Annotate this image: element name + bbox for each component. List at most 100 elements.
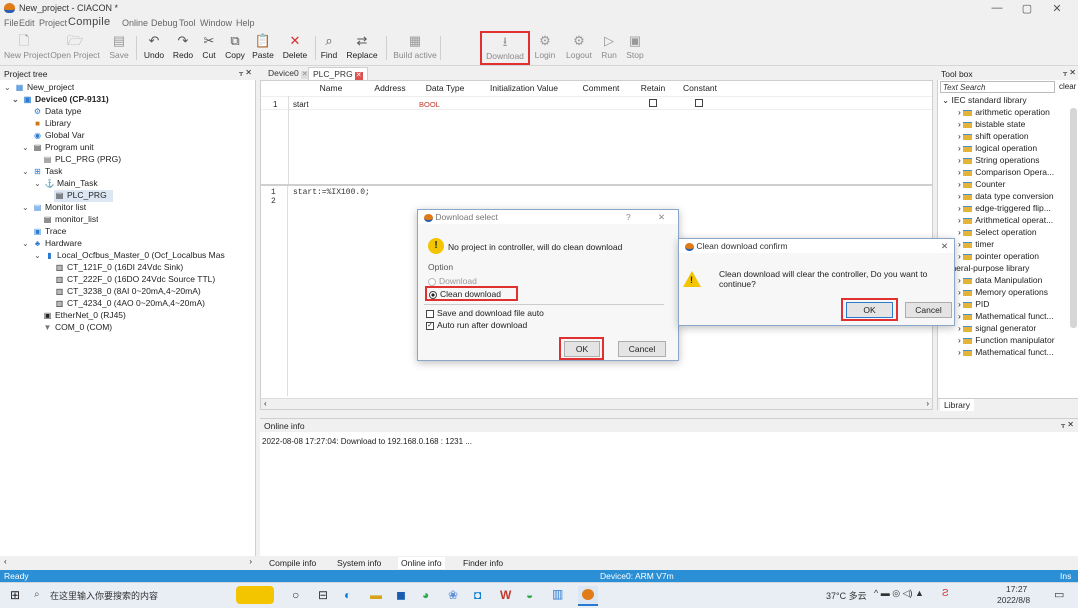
library-item[interactable]: › data type conversion [958, 191, 1078, 203]
weather-text[interactable]: 37°C 多云 [826, 589, 867, 602]
run-button[interactable]: ▷ Run [598, 32, 620, 64]
toolbox-search-input[interactable]: Text Search [940, 81, 1055, 93]
login-button[interactable]: ⚙ Login [532, 32, 558, 64]
menu-edit[interactable]: Edit [19, 18, 35, 28]
tab-finder-info[interactable]: Finder info [460, 557, 506, 569]
toolbox-scrollbar[interactable] [1070, 108, 1077, 328]
cut-button[interactable]: ✂ Cut [198, 32, 220, 64]
menu-compile[interactable]: Compile [68, 16, 110, 28]
multitask-icon[interactable]: ⊟ [318, 588, 328, 602]
build-active-button[interactable]: ▦ Build active [392, 32, 438, 64]
search-icon[interactable]: ⌕ [34, 589, 40, 600]
library-item[interactable]: › Comparison Opera... [958, 167, 1078, 179]
tree-item-global-var[interactable]: ◉ Global Var [32, 130, 85, 142]
tree-item-library[interactable]: ■ Library [32, 118, 71, 130]
library-item[interactable]: › arithmetic operation [958, 107, 1078, 119]
system-tray-icons[interactable]: ^ ▬ ◎ ◁) ▲ [874, 588, 924, 599]
library-item[interactable]: › Counter [958, 179, 1078, 191]
cell-data-type[interactable]: BOOL [419, 100, 440, 109]
tree-item-program-unit[interactable]: ⌄ ▤ Program unit [22, 142, 94, 154]
wps-icon[interactable]: W [500, 588, 511, 602]
notification-icon[interactable]: ▭ [1054, 588, 1064, 601]
tab-compile-info[interactable]: Compile info [266, 557, 319, 569]
windows-start-icon[interactable]: ⊞ [10, 588, 20, 602]
save-button[interactable]: ▤ Save [104, 32, 134, 64]
tree-item-task[interactable]: ⌄ ⊞ Task [22, 166, 62, 178]
cancel-button[interactable]: Cancel [618, 341, 666, 357]
editor-horizontal-scrollbar[interactable]: ‹ › [261, 398, 932, 409]
library-item[interactable]: › shift operation [958, 131, 1078, 143]
tab-library[interactable]: Library [940, 399, 974, 411]
library-item[interactable]: › logical operation [958, 143, 1078, 155]
pane-close-icon[interactable]: ᚁ ✕ [239, 68, 252, 77]
find-button[interactable]: ⌕ Find [318, 32, 340, 64]
library-item[interactable]: › timer [958, 239, 1078, 251]
tree-item-task-plc-prg[interactable]: ▤ PLC_PRG [54, 190, 113, 202]
library-item[interactable]: › Arithmetical operat... [958, 215, 1078, 227]
logout-button[interactable]: ⚙ Logout [562, 32, 596, 64]
library-item[interactable]: › String operations [958, 155, 1078, 167]
tab-device0[interactable]: Device0 ✕ [264, 67, 313, 80]
library-item[interactable]: › PID [958, 299, 1078, 311]
library-item[interactable]: › edge-triggered flip... [958, 203, 1078, 215]
library-item[interactable]: › data Manipulation [958, 275, 1078, 287]
clock-date[interactable]: 2022/8/8 [997, 595, 1030, 605]
scroll-left-icon[interactable]: ‹ [264, 399, 267, 408]
tree-item-project[interactable]: ⌄ ▦ New_project [4, 82, 74, 94]
scroll-right-icon[interactable]: › [926, 399, 929, 408]
tree-item-monitor-list[interactable]: ⌄ ▤ Monitor list [22, 202, 86, 214]
tree-item-plc-prg[interactable]: ▤ PLC_PRG (PRG) [42, 154, 121, 166]
tree-item-ct222f[interactable]: ▥ CT_222F_0 (16DO 24Vdc Source TTL) [54, 274, 215, 286]
file-explorer-icon[interactable]: ▬ [370, 588, 382, 602]
menu-debug[interactable]: Debug [151, 18, 178, 28]
code-line[interactable]: start:=%IX100.0; [293, 188, 370, 197]
edge-browser-icon[interactable]: ◐ [344, 588, 351, 602]
pane-close-icon[interactable]: ᚁ ✕ [1061, 420, 1074, 429]
library-item[interactable]: › Function manipulator [958, 335, 1078, 347]
library-root-general[interactable]: general-purpose library [942, 263, 1072, 275]
clock-time[interactable]: 17:27 [1006, 584, 1027, 594]
library-item[interactable]: › signal generator [958, 323, 1078, 335]
library-item[interactable]: › Memory operations [958, 287, 1078, 299]
tree-item-ct4234[interactable]: ▥ CT_4234_0 (4AO 0~20mA,4~20mA) [54, 298, 205, 310]
tree-item-trace[interactable]: ▣ Trace [32, 226, 67, 238]
wechat-icon[interactable]: ◒ [526, 588, 533, 602]
download-radio[interactable]: Download [428, 276, 477, 286]
app-icon[interactable]: ❀ [448, 588, 458, 602]
ciacon-taskbar-icon[interactable] [578, 586, 598, 606]
scroll-right-icon[interactable]: › [249, 557, 252, 566]
tab-plc-prg[interactable]: PLC_PRG ✕ [308, 67, 368, 80]
app-icon[interactable]: ◘ [474, 588, 481, 602]
tab-online-info[interactable]: Online info [398, 557, 445, 569]
library-root-iec[interactable]: ⌄ IEC standard library [942, 95, 1072, 107]
library-item[interactable]: › Mathematical funct... [958, 347, 1078, 359]
menu-tool[interactable]: Tool [179, 18, 196, 28]
tree-item-device[interactable]: ⌄ ▣ Device0 (CP-9131) [12, 94, 109, 106]
menu-project[interactable]: Project [39, 18, 67, 28]
tree-item-ct121f[interactable]: ▥ CT_121F_0 (16DI 24Vdc Sink) [54, 262, 184, 274]
tree-item-ethernet[interactable]: ▣ EtherNet_0 (RJ45) [42, 310, 126, 322]
taskbar-search-input[interactable]: 在这里输入你要搜索的内容 [50, 589, 158, 602]
tree-item-monitor-list-entry[interactable]: ▤ monitor_list [42, 214, 99, 226]
chrome-icon[interactable]: ◕ [422, 588, 429, 602]
app-icon[interactable]: ▥ [552, 587, 563, 601]
confirm-cancel-button[interactable]: Cancel [905, 302, 952, 318]
scroll-left-icon[interactable]: ‹ [4, 557, 7, 566]
tree-item-hardware[interactable]: ⌄ ♣ Hardware [22, 238, 82, 250]
tree-item-ct3238[interactable]: ▥ CT_3238_0 (8AI 0~20mA,4~20mA) [54, 286, 201, 298]
antivirus-icon[interactable]: Ƨ [942, 588, 949, 599]
library-item[interactable]: › Select operation [958, 227, 1078, 239]
stop-button[interactable]: ▣ Stop [622, 32, 648, 64]
replace-button[interactable]: ⇄ Replace [342, 32, 382, 64]
undo-button[interactable]: ↶ Undo [140, 32, 168, 64]
ok-button[interactable]: OK [564, 341, 600, 357]
tree-item-localbus-master[interactable]: ⌄ ▮ Local_Ocfbus_Master_0 (Ocf_Localbus Ma… [34, 250, 256, 262]
clear-button[interactable]: clear [1057, 81, 1078, 93]
dialog-close-icon[interactable]: ✕ [658, 212, 665, 223]
maximize-icon[interactable]: ▢ [1012, 2, 1042, 15]
retain-checkbox[interactable] [649, 99, 657, 107]
redo-button[interactable]: ↷ Redo [170, 32, 196, 64]
help-icon[interactable]: ? [626, 212, 631, 222]
tab-system-info[interactable]: System info [334, 557, 384, 569]
task-view-icon[interactable]: ○ [292, 588, 299, 602]
